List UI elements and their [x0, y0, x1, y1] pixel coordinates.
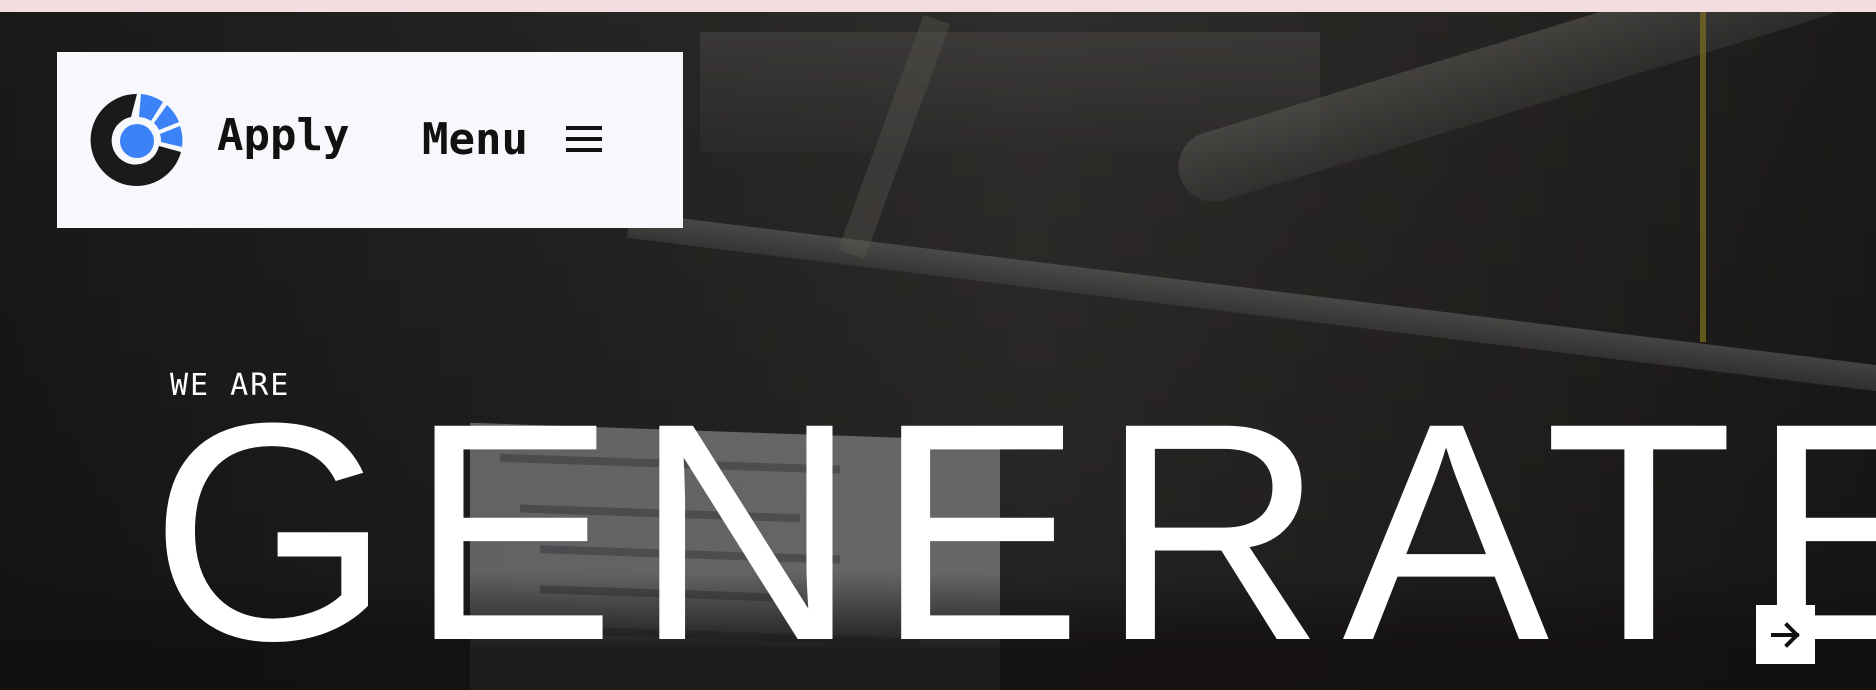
top-strip [0, 0, 1876, 12]
menu-button[interactable]: Menu [422, 104, 602, 174]
hero-headline: GENERATE [150, 358, 1876, 690]
arrow-right-icon [1770, 621, 1800, 648]
site-header: Apply Menu [57, 52, 683, 228]
hamburger-icon [565, 126, 602, 152]
menu-label: Menu [422, 113, 528, 165]
next-slide-button[interactable] [1756, 605, 1815, 664]
generate-logo-icon [90, 93, 183, 186]
apply-link[interactable]: Apply [217, 110, 349, 161]
home-link[interactable] [87, 90, 187, 190]
